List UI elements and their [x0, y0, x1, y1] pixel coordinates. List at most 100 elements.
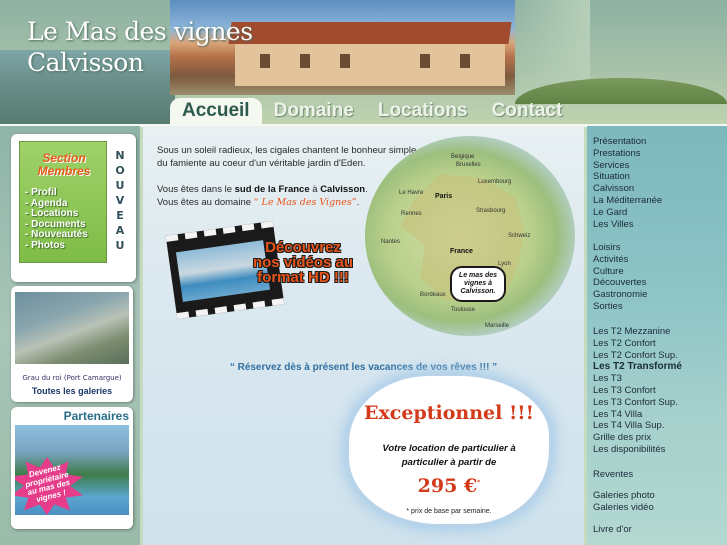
tab-domaine[interactable]: Domaine [262, 98, 366, 126]
offer-text-line: particulier à partir de [401, 457, 497, 468]
tab-accueil[interactable]: Accueil [170, 98, 262, 126]
members-title-line2: Membres [37, 164, 91, 178]
menu-item-mediterranee[interactable]: La Méditerranée [593, 195, 662, 207]
members-panel[interactable]: Section Membres - Profil - Agenda - Loca… [19, 141, 107, 263]
map-location-bubble: Le mas des vignes à Calvisson. [450, 266, 506, 302]
menu-item-decouvertes[interactable]: Découvertes [593, 277, 647, 289]
map-city-label: Lyon [498, 261, 511, 267]
offer-text: Votre location de particulier à particul… [369, 442, 529, 470]
map-city-label: Toulouse [451, 307, 476, 313]
map-city-label: Rennes [401, 211, 422, 217]
all-galleries-link[interactable]: Toutes les galeries [11, 386, 133, 396]
header-window [340, 54, 350, 68]
menu-item-situation[interactable]: Situation [593, 171, 662, 183]
site-header: Le Mas des vignes Calvisson Accueil Doma… [0, 0, 727, 126]
menu-item-villes[interactable]: Les Villes [593, 219, 662, 231]
menu-item-reventes[interactable]: Reventes [593, 469, 633, 481]
nouveau-letter: U [115, 239, 125, 252]
menu-item-galeries-video[interactable]: Galeries vidéo [593, 502, 655, 514]
intro-text-span: Vous êtes dans le [157, 184, 235, 195]
intro-paragraph-1: Sous un soleil radieux, les cigales chan… [157, 145, 417, 169]
main-content: Sous un soleil radieux, les cigales chan… [143, 126, 584, 545]
reserve-slogan: “ Réservez dès à présent les vacances de… [229, 362, 498, 373]
video-promo-line: nos vidéos au [252, 254, 354, 271]
menu-item-galeries-photo[interactable]: Galeries photo [593, 490, 655, 502]
intro-bold-region: sud de la France [234, 184, 310, 195]
menu-item-sorties[interactable]: Sorties [593, 301, 647, 313]
map-city-label: Le Havre [399, 190, 424, 196]
menu-item-activites[interactable]: Activités [593, 254, 647, 266]
nouveau-letter: V [115, 194, 125, 207]
tab-contact[interactable]: Contact [480, 98, 575, 126]
members-item-locations[interactable]: - Locations [25, 208, 88, 220]
menu-item-culture[interactable]: Culture [593, 266, 647, 278]
intro-domain-name: “ Le Mas des Vignes” [253, 197, 357, 208]
menu-item-loisirs[interactable]: Loisirs [593, 242, 647, 254]
menu-item-t2-confort[interactable]: Les T2 Confort [593, 338, 682, 350]
header-window [300, 54, 310, 68]
members-item-nouveautes[interactable]: - Nouveautés [25, 229, 88, 241]
partners-title: Partenaires [63, 409, 129, 423]
menu-item-t2-confort-sup[interactable]: Les T2 Confort Sup. [593, 350, 682, 362]
map-city-label: Bruxelles [456, 162, 481, 168]
members-item-photos[interactable]: - Photos [25, 240, 88, 252]
members-title: Section Membres [20, 152, 108, 178]
main-nav: Accueil Domaine Locations Contact [170, 98, 727, 126]
intro-text-span: Vous êtes au domaine [157, 197, 254, 208]
intro-text-span: à [309, 184, 321, 195]
menu-item-t3[interactable]: Les T3 [593, 373, 682, 385]
nouveau-letter: N [115, 149, 125, 162]
menu-item-gard[interactable]: Le Gard [593, 207, 662, 219]
map-city-label: France [450, 248, 473, 255]
promo-burst-text[interactable]: Devenez propriétaire au mas des vignes ! [16, 460, 81, 507]
menu-item-t2-transforme[interactable]: Les T2 Transformé [593, 361, 682, 373]
intro-text-span: . [356, 197, 360, 208]
offer-price: 295 €* [349, 475, 549, 497]
menu-item-prestations[interactable]: Prestations [593, 148, 662, 160]
partners-box: Partenaires Devenez propriétaire au mas … [11, 407, 133, 529]
menu-item-t3-confort[interactable]: Les T3 Confort [593, 385, 682, 397]
nouveau-badge: N O U V E A U [112, 148, 128, 253]
header-window [420, 54, 430, 68]
offer-cloud[interactable]: Exceptionnel !!! Votre location de parti… [349, 376, 549, 524]
menu-item-disponibilites[interactable]: Les disponibilités [593, 444, 682, 456]
menu-item-services[interactable]: Services [593, 160, 662, 172]
header-roof [228, 22, 512, 44]
partners-photo[interactable]: Devenez propriétaire au mas des vignes ! [15, 425, 129, 515]
video-promo-link[interactable]: Découvrez nos vidéos au format HD !!! [243, 240, 363, 285]
members-item-profil[interactable]: - Profil [25, 187, 88, 199]
nouveau-letter: E [116, 209, 124, 222]
site-title-line2: Calvisson [27, 48, 144, 77]
nouveau-letter: U [115, 179, 125, 192]
site-title[interactable]: Le Mas des vignes Calvisson [27, 16, 253, 78]
menu-item-t4-villa[interactable]: Les T4 Villa [593, 409, 682, 421]
menu-group-galeries: Galeries photo Galeries vidéo [593, 490, 655, 514]
intro-text-span: . [365, 184, 368, 195]
menu-item-calvisson[interactable]: Calvisson [593, 183, 662, 195]
tab-locations[interactable]: Locations [366, 98, 480, 126]
video-promo-line: format HD !!! [257, 269, 349, 286]
map-city-label: Belgique [451, 154, 475, 160]
map-city-label: Bordeaux [420, 292, 446, 298]
video-promo-line: Découvrez [265, 239, 341, 256]
menu-group-domaine: Présentation Prestations Services Situat… [593, 136, 662, 230]
offer-note: * prix de base par semaine. [406, 508, 492, 515]
left-sidebar: Section Membres - Profil - Agenda - Loca… [0, 126, 140, 545]
menu-item-gastronomie[interactable]: Gastronomie [593, 289, 647, 301]
offer-title: Exceptionnel !!! [364, 402, 534, 424]
nouveau-letter: O [115, 164, 125, 177]
map-city-label: Luxembourg [478, 179, 512, 185]
menu-group-locations: Les T2 Mezzanine Les T2 Confort Les T2 C… [593, 326, 682, 456]
offer-text-line: Votre location de particulier à [382, 443, 516, 454]
gallery-photo[interactable] [15, 292, 129, 364]
menu-item-presentation[interactable]: Présentation [593, 136, 662, 148]
menu-group-livre: Livre d'or [593, 524, 632, 536]
menu-item-t2-mezzanine[interactable]: Les T2 Mezzanine [593, 326, 682, 338]
menu-item-t3-confort-sup[interactable]: Les T3 Confort Sup. [593, 397, 682, 409]
menu-item-grille-prix[interactable]: Grille des prix [593, 432, 682, 444]
menu-item-t4-villa-sup[interactable]: Les T4 Villa Sup. [593, 420, 682, 432]
gallery-box: Grau du roi (Port Camargue) Toutes les g… [11, 286, 133, 402]
gallery-caption: Grau du roi (Port Camargue) [22, 374, 122, 382]
menu-item-livre-dor[interactable]: Livre d'or [593, 524, 632, 536]
site-title-line1: Le Mas des vignes [27, 17, 253, 46]
